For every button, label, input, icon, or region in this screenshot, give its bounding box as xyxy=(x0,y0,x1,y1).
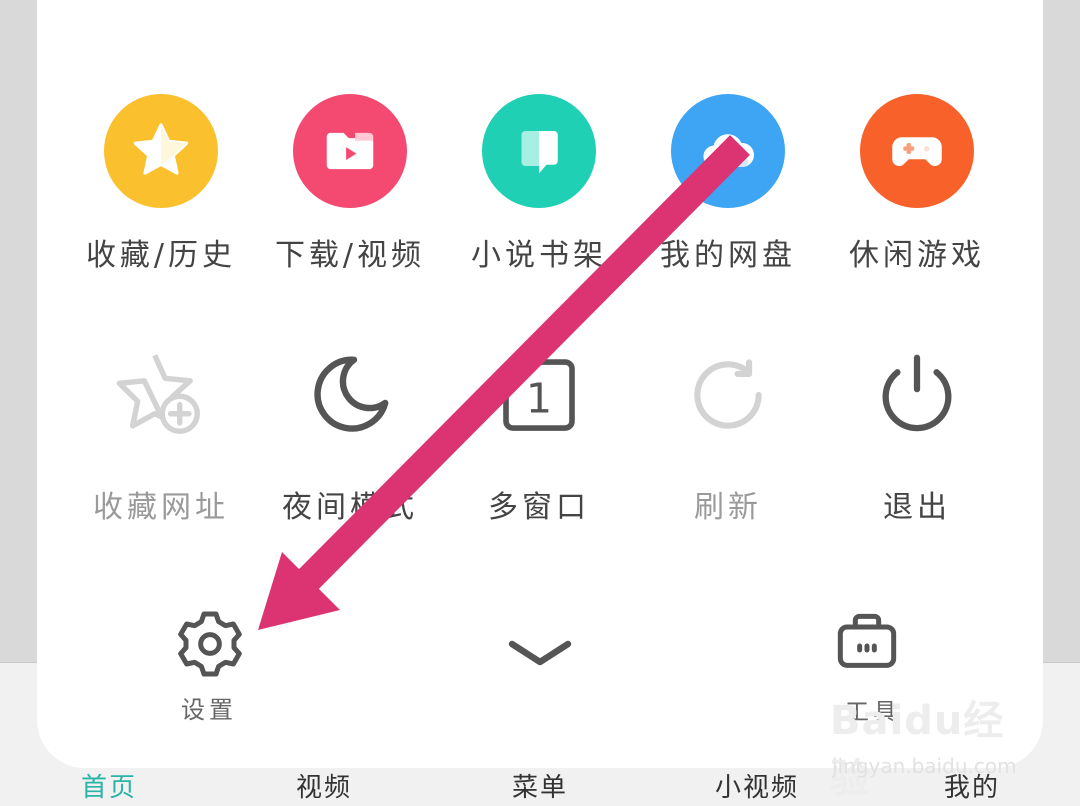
watermark-url: jingyan.baidu.com xyxy=(832,754,1017,778)
annotation-arrow xyxy=(258,135,750,630)
watermark-logo: Baidu经验 xyxy=(830,698,1005,802)
arrow-shaft xyxy=(290,135,750,598)
baidu-watermark: Baidu经验 jingyan.baidu.com xyxy=(828,686,1028,802)
